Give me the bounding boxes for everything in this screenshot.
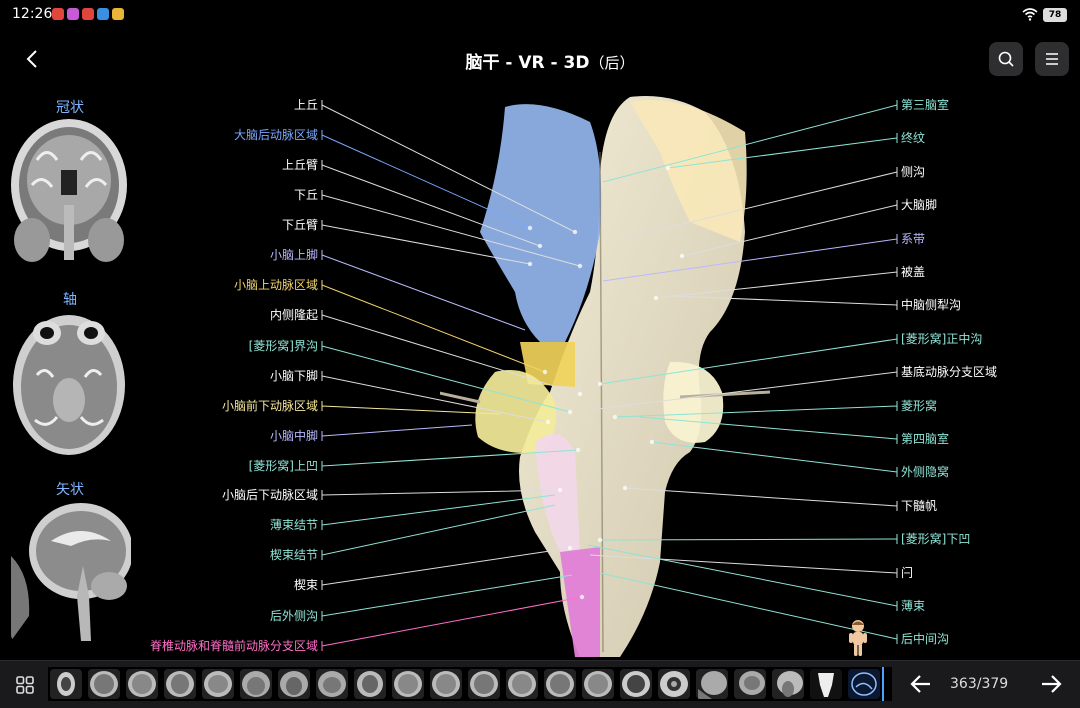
label-posterolateral-sulcus[interactable]: 后外侧沟 — [100, 608, 318, 624]
slice-thumbnail[interactable] — [316, 669, 348, 699]
label-lateral-recess[interactable]: 外侧隐窝 — [901, 464, 1071, 480]
orientation-figure-icon[interactable] — [846, 618, 870, 658]
slice-thumbnail[interactable] — [126, 669, 158, 699]
arrow-left-icon — [910, 675, 930, 693]
label-vertebral-artery-region[interactable]: 脊椎动脉和脊髓前动脉分支区域 — [100, 638, 318, 654]
label-lateral-mesencephalic-sulcus[interactable]: 中脑侧犁沟 — [901, 297, 1071, 313]
label-superior-cerebellar-artery-region[interactable]: 小脑上动脉区域 — [100, 277, 318, 293]
slice-thumbnail[interactable] — [88, 669, 120, 699]
label-cuneate-fasciculus[interactable]: 楔束 — [100, 577, 318, 593]
label-superior-fovea[interactable]: [菱形窝]上凹 — [100, 458, 318, 474]
slice-thumbnail[interactable] — [430, 669, 462, 699]
label-inferior-medullary-velum[interactable]: 下髓帆 — [901, 498, 1071, 514]
label-superior-colliculus-brachium[interactable]: 上丘臂 — [100, 157, 318, 173]
previous-button[interactable] — [908, 671, 934, 697]
label-aica-region[interactable]: 小脑前下动脉区域 — [100, 398, 318, 414]
slice-thumbnail[interactable] — [392, 669, 424, 699]
label-inferior-fovea[interactable]: [菱形窝]下凹 — [901, 531, 1071, 547]
label-inferior-colliculus-brachium[interactable]: 下丘臂 — [100, 217, 318, 233]
label-third-ventricle[interactable]: 第三脑室 — [901, 97, 1071, 113]
current-slice-marker — [882, 667, 884, 701]
slice-thumbnail[interactable] — [696, 669, 728, 699]
slice-thumbnail[interactable] — [620, 669, 652, 699]
label-obex[interactable]: 闩 — [901, 565, 1071, 581]
label-superior-colliculus[interactable]: 上丘 — [100, 97, 318, 113]
label-inferior-colliculus[interactable]: 下丘 — [100, 187, 318, 203]
label-middle-cerebellar-peduncle[interactable]: 小脑中脚 — [100, 428, 318, 444]
slice-thumbnail-strip[interactable] — [48, 667, 892, 701]
slice-thumbnail[interactable] — [810, 669, 842, 699]
slice-thumbnail[interactable] — [734, 669, 766, 699]
label-basilar-artery-region[interactable]: 基底动脉分支区域 — [901, 364, 1071, 380]
slice-thumbnail[interactable] — [164, 669, 196, 699]
slice-thumbnail[interactable] — [468, 669, 500, 699]
label-cerebral-peduncle[interactable]: 大脑脚 — [901, 197, 1071, 213]
label-posterior-intermediate-sulcus[interactable]: 后中间沟 — [901, 631, 1071, 647]
grid-icon[interactable] — [14, 674, 36, 696]
label-frenulum[interactable]: 系带 — [901, 231, 1071, 247]
label-gracile-tubercle[interactable]: 薄束结节 — [100, 517, 318, 533]
slice-thumbnail[interactable] — [50, 669, 82, 699]
label-sulcus-limitans[interactable]: [菱形窝]界沟 — [100, 338, 318, 354]
slice-thumbnail[interactable] — [240, 669, 272, 699]
label-superior-cerebellar-peduncle[interactable]: 小脑上脚 — [100, 247, 318, 263]
slice-thumbnail[interactable] — [658, 669, 690, 699]
bottom-bar: 363/379 — [0, 660, 1080, 708]
label-stria-terminalis[interactable]: 终纹 — [901, 130, 1071, 146]
slice-thumbnail[interactable] — [848, 669, 880, 699]
slice-thumbnail[interactable] — [354, 669, 386, 699]
slice-thumbnail[interactable] — [202, 669, 234, 699]
slice-thumbnail[interactable] — [772, 669, 804, 699]
slice-thumbnail[interactable] — [582, 669, 614, 699]
label-median-sulcus[interactable]: [菱形窝]正中沟 — [901, 331, 1071, 347]
label-cuneate-tubercle[interactable]: 楔束结节 — [100, 547, 318, 563]
label-posterior-cerebral-artery-region[interactable]: 大脑后动脉区域 — [100, 127, 318, 143]
label-gracile-fasciculus[interactable]: 薄束 — [901, 598, 1071, 614]
label-pica-region[interactable]: 小脑后下动脉区域 — [100, 487, 318, 503]
next-button[interactable] — [1038, 671, 1064, 697]
label-medial-eminence[interactable]: 内侧隆起 — [100, 307, 318, 323]
label-inferior-cerebellar-peduncle[interactable]: 小脑下脚 — [100, 368, 318, 384]
arrow-right-icon — [1042, 675, 1062, 693]
label-tegmentum[interactable]: 被盖 — [901, 264, 1071, 280]
slice-thumbnail[interactable] — [506, 669, 538, 699]
slice-thumbnail[interactable] — [278, 669, 310, 699]
label-lateral-sulcus[interactable]: 侧沟 — [901, 164, 1071, 180]
label-rhomboid-fossa[interactable]: 菱形窝 — [901, 398, 1071, 414]
label-fourth-ventricle[interactable]: 第四脑室 — [901, 431, 1071, 447]
page-indicator: 363/379 — [950, 676, 1009, 692]
slice-thumbnail[interactable] — [544, 669, 576, 699]
